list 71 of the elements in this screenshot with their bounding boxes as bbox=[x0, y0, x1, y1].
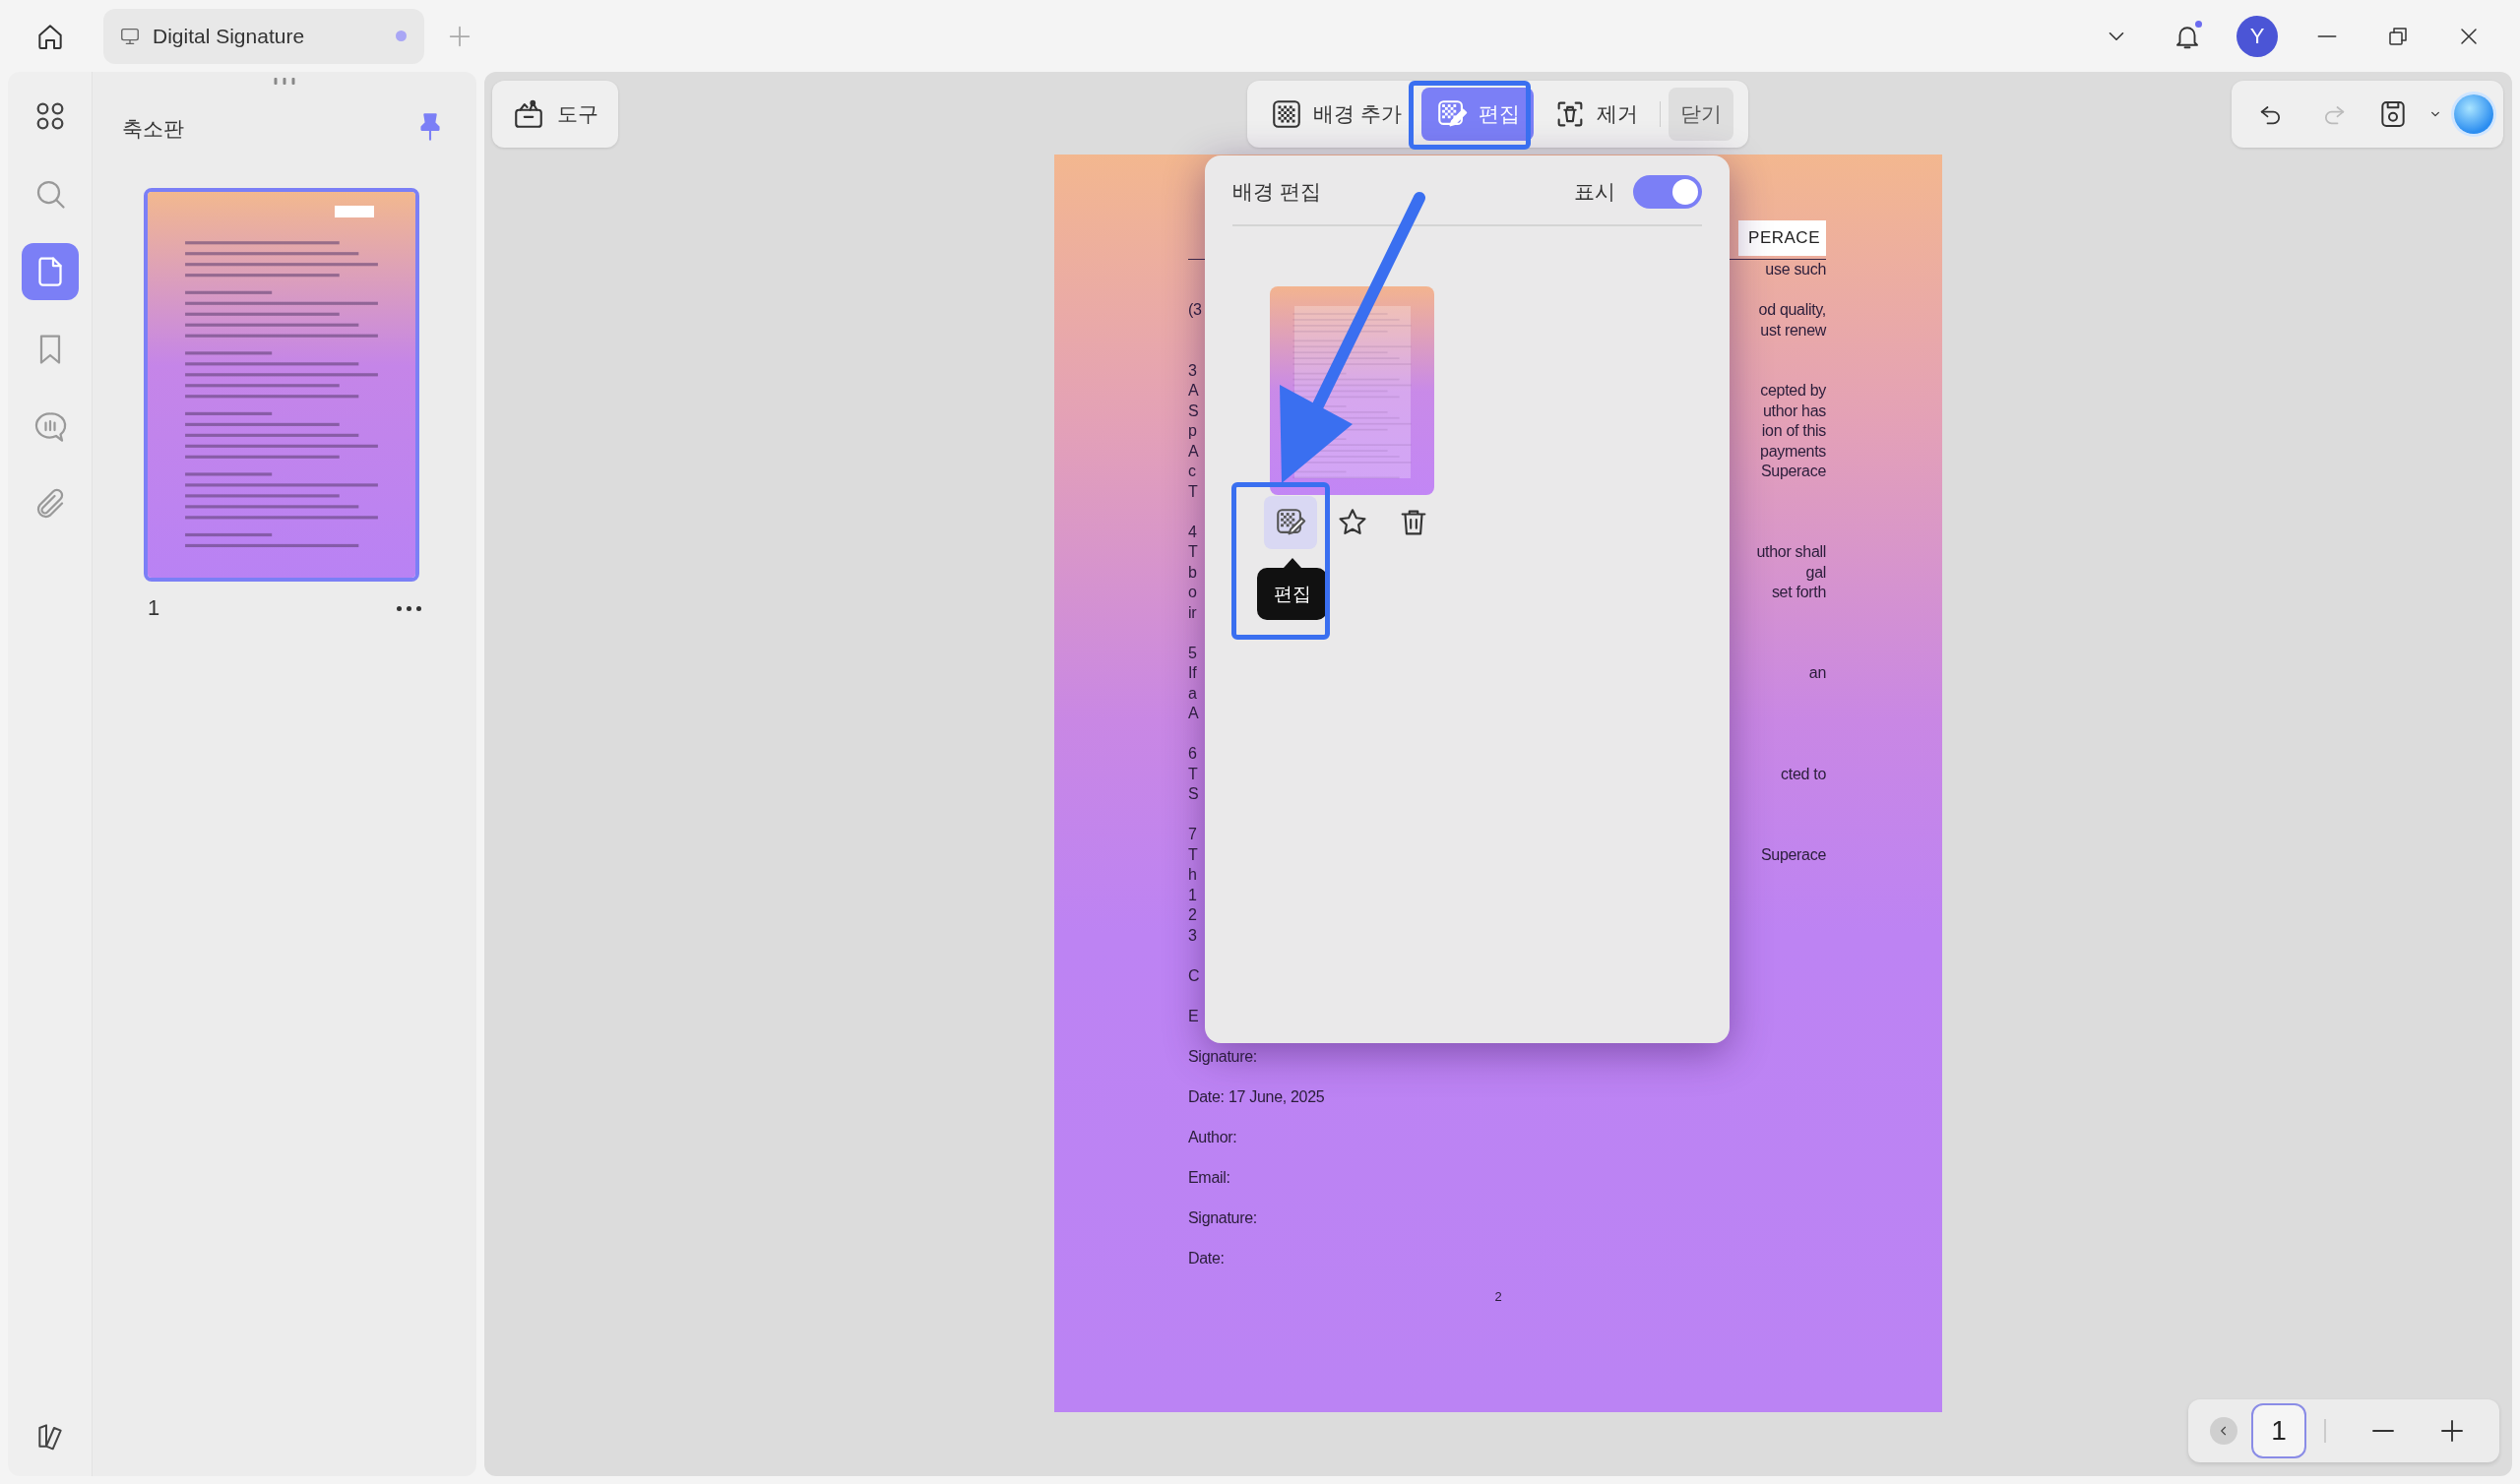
page-number: 2 bbox=[1493, 1288, 1503, 1304]
document-text: ion of this bbox=[1761, 421, 1826, 441]
add-background-button[interactable]: 배경 추가 bbox=[1256, 88, 1416, 141]
document-text: c bbox=[1188, 462, 1196, 481]
page-number: 1 bbox=[148, 595, 160, 621]
edit-background-icon[interactable] bbox=[1264, 496, 1317, 549]
document-text: S bbox=[1188, 401, 1199, 421]
document-text: o bbox=[1188, 583, 1197, 602]
document-text: cepted by bbox=[1760, 381, 1826, 401]
document-text: C bbox=[1188, 965, 1200, 986]
document-text: p bbox=[1188, 421, 1197, 441]
document-text: If bbox=[1188, 663, 1197, 683]
drag-handle[interactable] bbox=[274, 78, 295, 85]
document-text: uthor has bbox=[1763, 401, 1826, 421]
document-text: Date: bbox=[1188, 1248, 1225, 1268]
page-thumbnail[interactable] bbox=[144, 188, 419, 582]
document-text: uthor shall bbox=[1756, 542, 1826, 562]
document-text: T bbox=[1188, 764, 1198, 784]
document-text: E bbox=[1188, 1006, 1199, 1026]
document-text: T bbox=[1188, 481, 1198, 502]
document-text: T bbox=[1188, 542, 1198, 562]
document-text: Email: bbox=[1188, 1167, 1230, 1188]
show-toggle[interactable] bbox=[1633, 175, 1702, 209]
document-text: 3 bbox=[1188, 360, 1197, 381]
document-text: A bbox=[1188, 704, 1199, 723]
document-text: Superace bbox=[1760, 844, 1826, 865]
document-tab[interactable]: Digital Signature bbox=[103, 8, 424, 64]
user-avatar[interactable]: Y bbox=[2236, 15, 2278, 57]
previous-page-icon[interactable] bbox=[2210, 1417, 2237, 1445]
page-field[interactable]: 1 bbox=[2251, 1403, 2306, 1458]
document-text: b bbox=[1188, 562, 1197, 583]
company-logo: PERACE bbox=[1738, 220, 1826, 256]
document-text: ust renew bbox=[1760, 320, 1826, 340]
document-text: an bbox=[1808, 663, 1826, 683]
popup-title: 배경 편집 bbox=[1232, 179, 1321, 205]
more-icon[interactable] bbox=[397, 605, 421, 611]
document-text: Superace bbox=[1760, 462, 1826, 481]
document-text: payments bbox=[1760, 441, 1826, 462]
document-text: Author: bbox=[1188, 1127, 1237, 1147]
basket-icon bbox=[512, 97, 545, 131]
document-text: 3 bbox=[1188, 925, 1197, 946]
document-text: 6 bbox=[1188, 744, 1197, 764]
close-button[interactable]: 닫기 bbox=[1668, 88, 1733, 141]
document-text: cted to bbox=[1781, 764, 1826, 784]
document-text: a bbox=[1188, 683, 1197, 704]
document-text: use such bbox=[1765, 260, 1826, 279]
document-text: A bbox=[1188, 441, 1199, 462]
toggle-label: 표시 bbox=[1574, 179, 1615, 205]
document-text: Date: 17 June, 2025 bbox=[1188, 1086, 1325, 1107]
document-text: T bbox=[1188, 844, 1198, 865]
document-text: ir bbox=[1188, 602, 1197, 623]
page-icon[interactable] bbox=[21, 243, 79, 300]
document-text: od quality, bbox=[1758, 300, 1826, 320]
document-text: 4 bbox=[1188, 522, 1197, 542]
document-text: S bbox=[1188, 784, 1199, 804]
document-text: gal bbox=[1805, 562, 1826, 583]
document-text: 7 bbox=[1188, 825, 1197, 844]
document-text: 1 bbox=[1188, 885, 1197, 905]
document-text: 5 bbox=[1188, 643, 1197, 663]
panel-title: 축소판 bbox=[122, 116, 184, 142]
document-text: h bbox=[1188, 865, 1197, 885]
document-text: Signature: bbox=[1188, 1207, 1257, 1228]
document-text: set forth bbox=[1771, 583, 1826, 602]
document-text: (3 bbox=[1188, 300, 1202, 320]
document-text: A bbox=[1188, 381, 1199, 401]
tools-button[interactable]: 도구 bbox=[492, 81, 618, 148]
document-text: Signature: bbox=[1188, 1046, 1257, 1067]
tooltip: 편집 bbox=[1257, 558, 1327, 620]
document-text: 2 bbox=[1188, 905, 1197, 925]
assistant-icon[interactable] bbox=[2454, 94, 2493, 134]
remove-button[interactable]: 제거 bbox=[1539, 88, 1652, 141]
